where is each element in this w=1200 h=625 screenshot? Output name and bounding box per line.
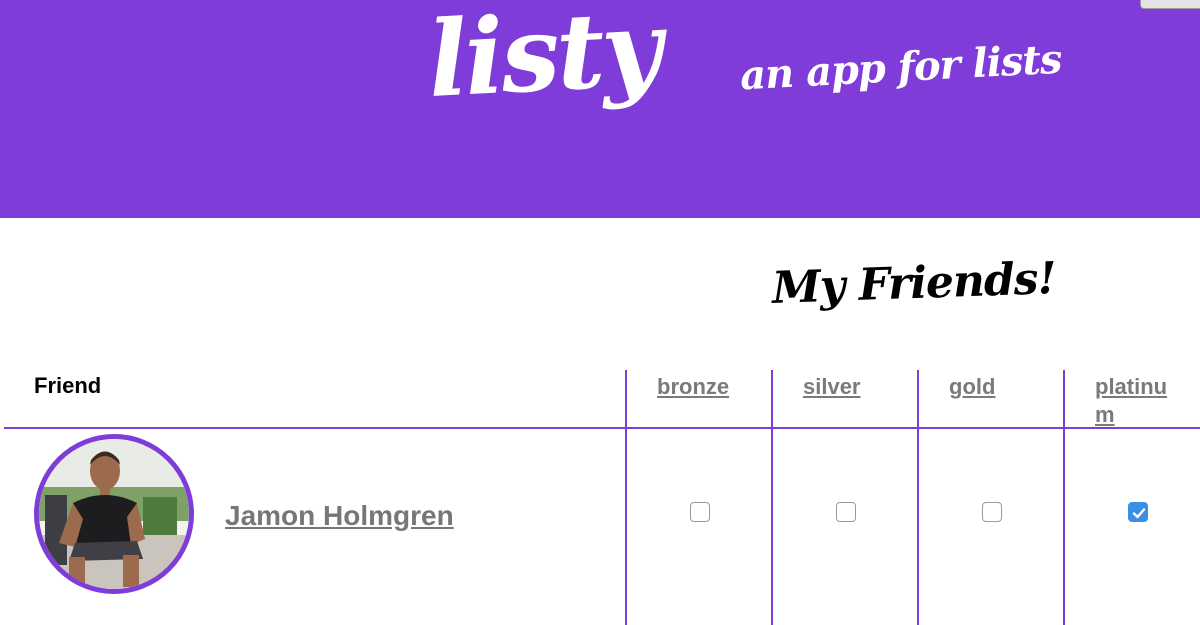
app-logo[interactable]: listy xyxy=(425,0,662,121)
bronze-column-header[interactable]: bronze xyxy=(657,373,729,401)
friend-name-link[interactable]: Jamon Holmgren xyxy=(225,500,454,532)
gold-column-header[interactable]: gold xyxy=(949,373,995,401)
page-title: My Friends! xyxy=(771,253,1057,314)
app-tagline: an app for lists xyxy=(738,35,1063,100)
app-header: listy an app for lists xyxy=(0,0,1200,218)
friends-table: Friend bronze silver gold platinum Jamon… xyxy=(0,370,1200,625)
header-row-divider xyxy=(4,427,1200,429)
friend-column-header: Friend xyxy=(34,373,102,398)
window-corner-tab xyxy=(1140,0,1200,9)
column-divider xyxy=(1063,370,1065,625)
platinum-column-header[interactable]: platinum xyxy=(1095,373,1177,429)
bronze-checkbox[interactable] xyxy=(690,502,710,522)
column-divider xyxy=(771,370,773,625)
silver-column-header[interactable]: silver xyxy=(803,373,861,401)
column-divider xyxy=(625,370,627,625)
friend-photo-icon xyxy=(39,439,189,589)
avatar xyxy=(34,434,194,594)
gold-checkbox[interactable] xyxy=(982,502,1002,522)
column-divider xyxy=(917,370,919,625)
checkmark-icon xyxy=(1132,508,1146,519)
silver-checkbox[interactable] xyxy=(836,502,856,522)
platinum-checkbox[interactable] xyxy=(1128,502,1148,522)
